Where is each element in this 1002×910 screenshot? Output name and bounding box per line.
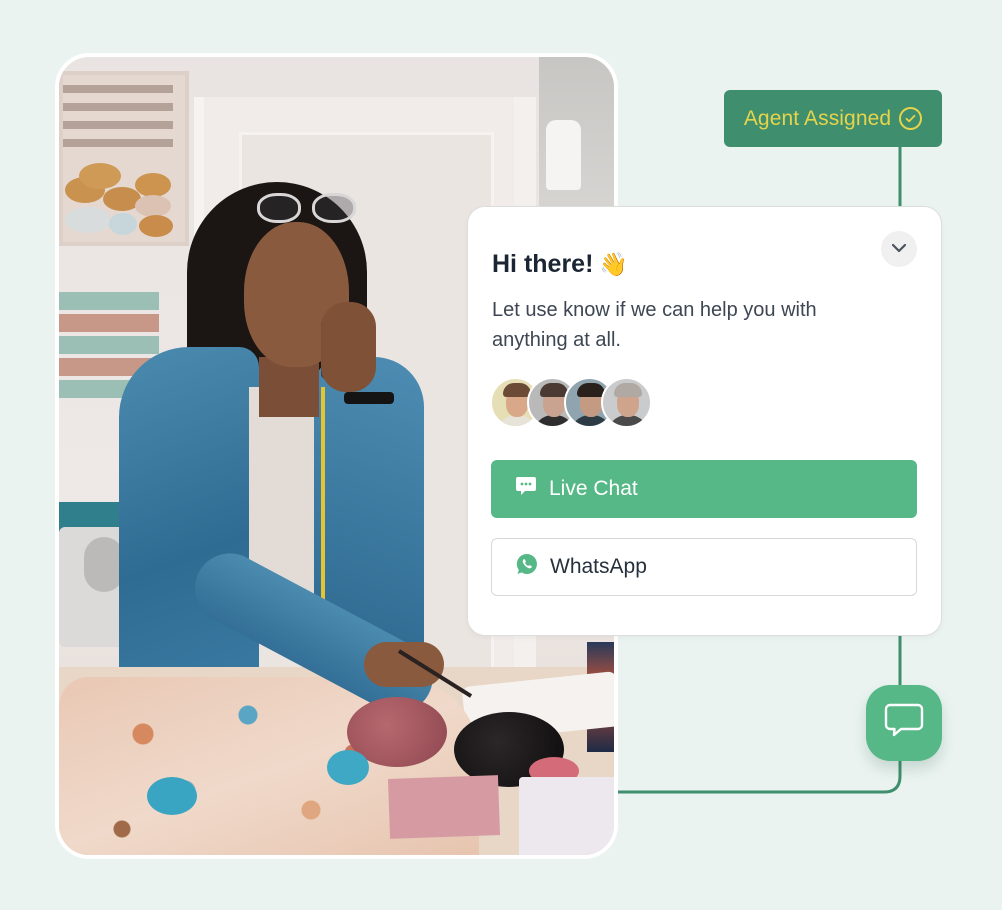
waving-hand-icon: 👋 <box>599 251 629 277</box>
chat-launcher-button[interactable] <box>866 685 942 761</box>
connector-launcher-to-photo <box>616 760 902 794</box>
chat-bubble-icon <box>883 702 925 745</box>
whatsapp-label: WhatsApp <box>550 555 647 578</box>
live-chat-label: Live Chat <box>549 477 638 500</box>
chat-greeting-title: Hi there! 👋 <box>492 250 628 279</box>
agent-assigned-label: Agent Assigned <box>743 106 892 130</box>
marketing-hero: Agent Assigned Hi there! 👋 Let use know … <box>0 0 1002 910</box>
agent-avatar-group <box>490 377 652 428</box>
whatsapp-icon <box>516 553 538 581</box>
avatar <box>601 377 652 428</box>
greeting-text: Hi there! <box>492 250 594 278</box>
chat-dots-icon <box>515 475 537 503</box>
agent-assigned-badge: Agent Assigned <box>724 90 942 147</box>
chat-greeting-subtitle: Let use know if we can help you with any… <box>492 299 817 351</box>
whatsapp-button[interactable]: WhatsApp <box>491 538 917 596</box>
collapse-widget-button[interactable] <box>881 231 917 267</box>
chevron-down-icon <box>890 242 908 257</box>
live-chat-button[interactable]: Live Chat <box>491 460 917 518</box>
chat-widget-card: Hi there! 👋 Let use know if we can help … <box>467 206 942 636</box>
check-circle-icon <box>899 107 923 130</box>
